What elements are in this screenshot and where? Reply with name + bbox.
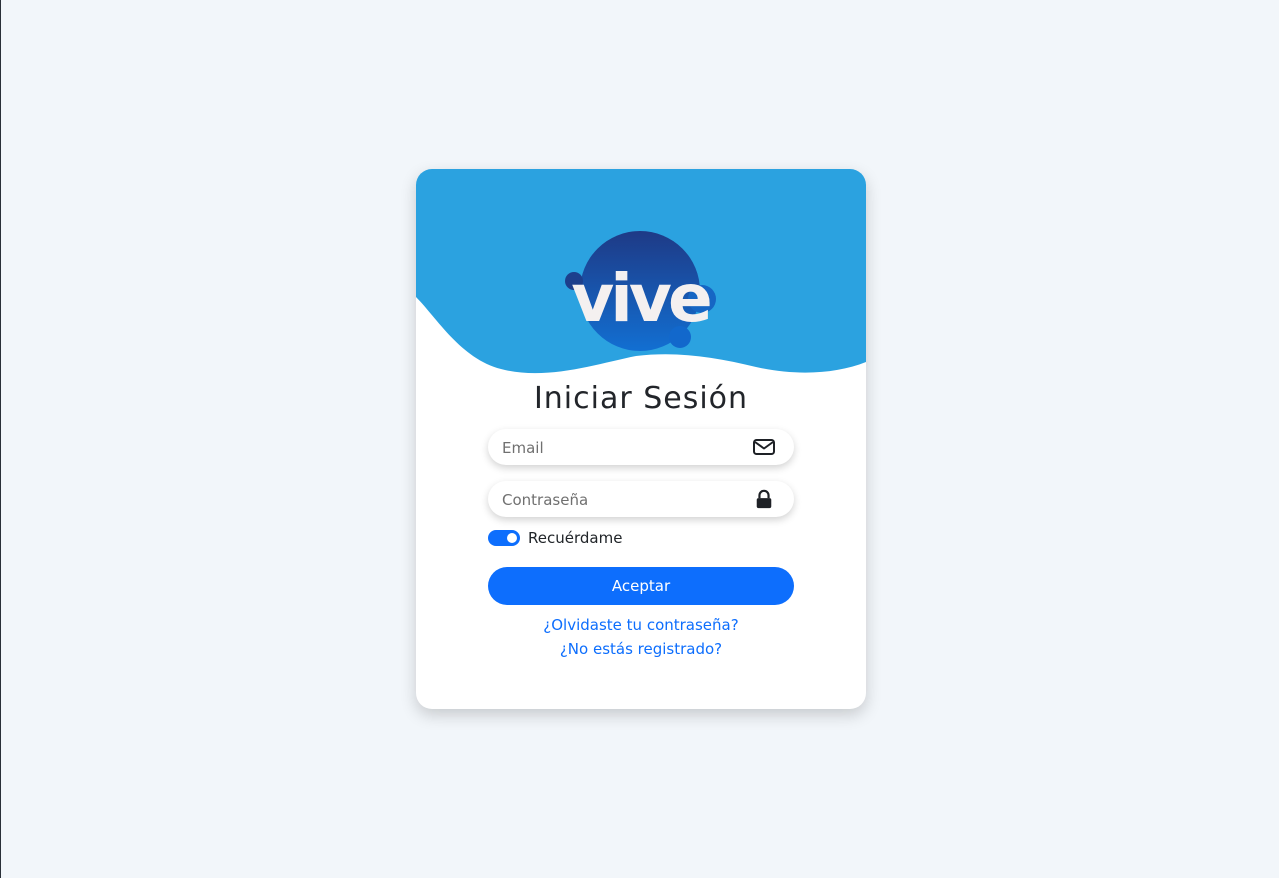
email-field-container — [488, 429, 794, 467]
password-input[interactable] — [500, 481, 744, 519]
password-field-container — [488, 481, 794, 519]
page-title: Iniciar Sesión — [533, 381, 749, 416]
email-input[interactable] — [500, 429, 744, 467]
page: vive Iniciar Sesión Recuérdame Aceptar ¿… — [0, 0, 1279, 878]
forgot-password-link[interactable]: ¿Olvidaste tu contraseña? — [416, 616, 866, 634]
envelope-icon — [753, 439, 775, 455]
logo-wordmark: vive — [571, 260, 710, 337]
remember-me-row: Recuérdame — [488, 528, 622, 548]
vive-logo: vive — [565, 231, 716, 351]
remember-me-toggle[interactable] — [488, 530, 520, 546]
submit-button[interactable]: Aceptar — [488, 567, 794, 605]
register-link[interactable]: ¿No estás registrado? — [416, 640, 866, 658]
lock-icon — [756, 489, 772, 509]
login-card: vive Iniciar Sesión Recuérdame Aceptar ¿… — [416, 169, 866, 709]
remember-me-label: Recuérdame — [528, 529, 623, 547]
